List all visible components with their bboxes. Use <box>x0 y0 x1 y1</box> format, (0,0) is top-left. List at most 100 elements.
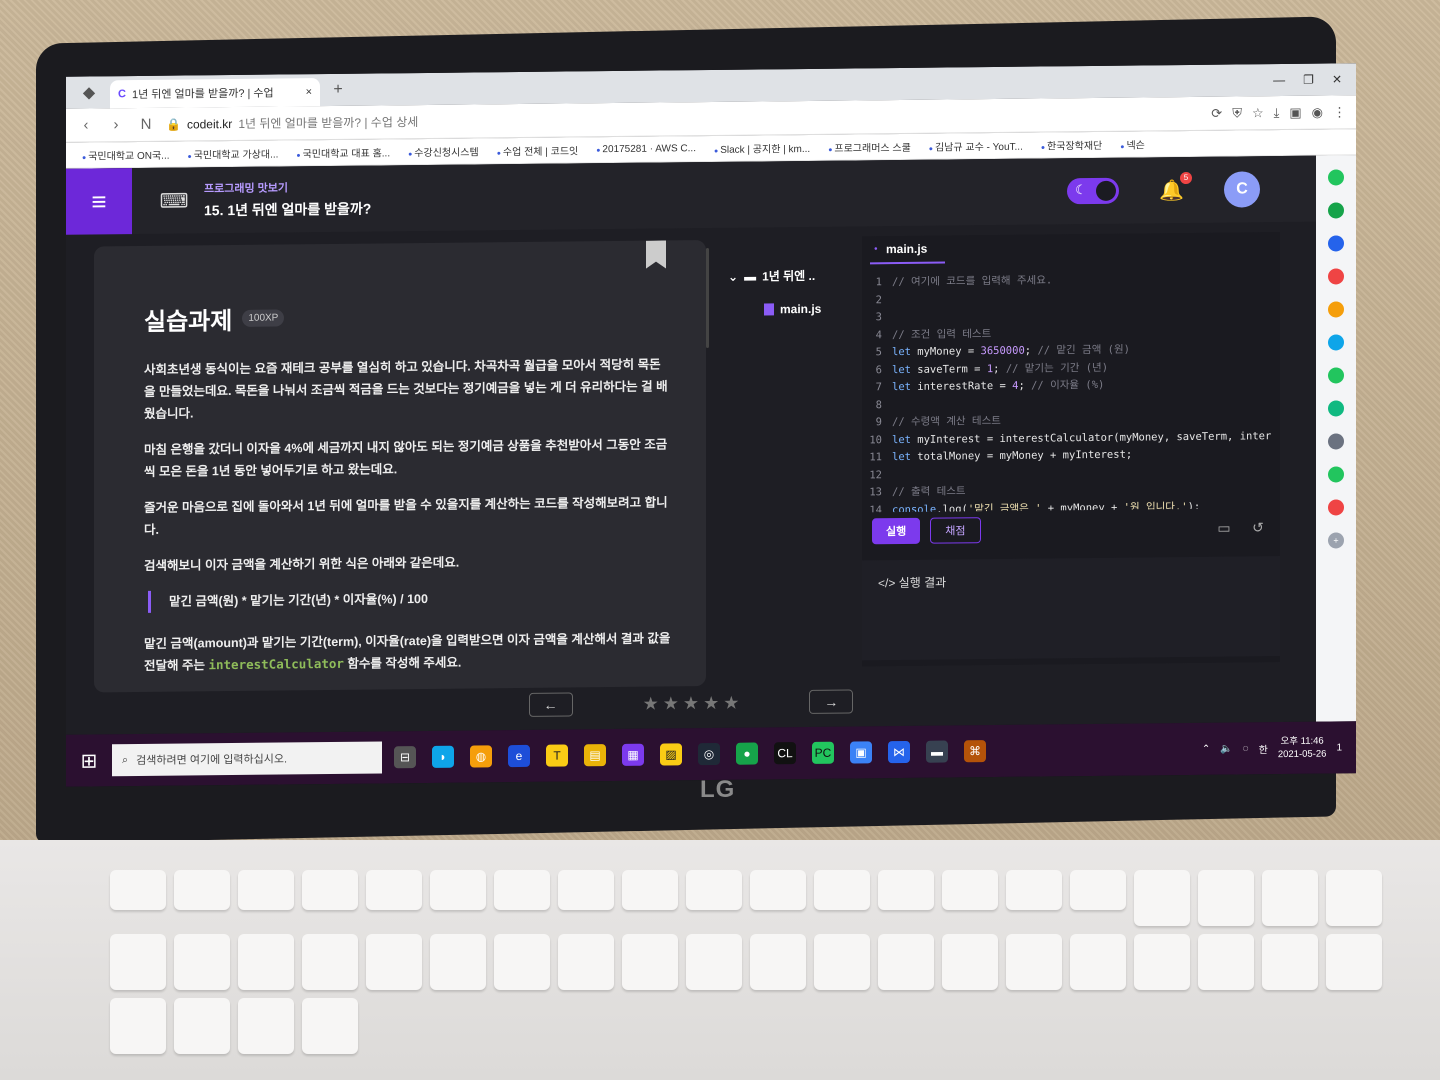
forward-arrow-icon[interactable]: › <box>106 116 126 133</box>
notification-center-icon[interactable]: 1 <box>1336 742 1342 753</box>
bookmark-item[interactable]: 20175281 · AWS C... <box>596 143 696 155</box>
download-icon[interactable]: ⤓ <box>1274 105 1280 121</box>
run-result-label: </> 실행 결과 <box>878 575 947 591</box>
file-tree: ⌄ ▬ 1년 뒤엔 .. main.js <box>728 266 858 316</box>
folder-item[interactable]: ⌄ ▬ 1년 뒤엔 .. <box>728 266 858 284</box>
github-icon[interactable] <box>1328 433 1344 450</box>
course-name[interactable]: 프로그래밍 맛보기 <box>204 179 371 197</box>
store-icon[interactable]: ▦ <box>622 743 644 766</box>
tab-close-icon[interactable]: × <box>306 86 312 98</box>
bookmark-item[interactable]: 국민대학교 ON국... <box>82 147 169 163</box>
pycharm-icon[interactable]: PC <box>812 741 834 764</box>
green-app-icon[interactable]: ● <box>736 742 758 765</box>
history-icon[interactable]: ↺ <box>1246 519 1270 536</box>
line-number: 8 <box>875 398 882 411</box>
camera-icon[interactable]: ▣ <box>1289 104 1301 120</box>
sticky-notes-icon[interactable]: ▨ <box>660 743 682 766</box>
codeit-app: ≡ ⌨ 프로그래밍 맛보기 15. 1년 뒤엔 얼마를 받을까? ☾ 🔔 5 C <box>66 155 1316 735</box>
bookmark-item[interactable]: 국민대학교 대표 홈... <box>296 144 391 160</box>
game-icon[interactable]: ⌘ <box>964 740 986 763</box>
editor-tab-main-js[interactable]: main.js <box>870 241 946 265</box>
bookmark-item[interactable]: 넥슨 <box>1120 136 1144 151</box>
ie-icon[interactable]: e <box>508 744 530 768</box>
browser-side-panel: + <box>1316 155 1356 722</box>
minimize-button[interactable]: — <box>1273 73 1285 87</box>
prev-lesson-button[interactable]: ← <box>528 692 573 717</box>
whale-icon[interactable] <box>1328 367 1344 384</box>
clion-icon[interactable]: CL <box>774 742 796 765</box>
app-icon[interactable] <box>1328 169 1344 186</box>
star-icon[interactable]: ☆ <box>1252 105 1264 121</box>
keyboard-key <box>1198 870 1254 926</box>
browser-tab-active[interactable]: C 1년 뒤엔 얼마를 받을까? | 수업 × <box>110 78 320 109</box>
vscode-icon[interactable]: ⋈ <box>888 740 910 764</box>
keyboard-key <box>174 870 230 910</box>
new-tab-button[interactable]: + <box>326 81 350 99</box>
hamburger-menu-icon[interactable]: ≡ <box>66 168 132 235</box>
rating-star-icon[interactable]: ★ <box>663 693 679 714</box>
avatar[interactable]: C <box>1224 171 1260 208</box>
bookmark-item[interactable]: 수강신청시스템 <box>408 143 478 159</box>
url-field[interactable]: 🔒 codeit.kr 1년 뒤엔 얼마를 받을까? | 수업 상세 <box>166 105 1201 133</box>
chat-icon[interactable] <box>1328 202 1344 219</box>
network-icon[interactable]: ◌ <box>1243 743 1249 754</box>
reload-icon[interactable]: ⟳ <box>1211 105 1222 121</box>
keyboard-key <box>1326 934 1382 990</box>
edge-icon[interactable] <box>1328 334 1344 351</box>
bookmark-item[interactable]: 김남규 교수 - YouT... <box>929 138 1023 154</box>
whale-browser-icon[interactable]: ◗ <box>432 745 454 768</box>
file-explorer-icon[interactable]: ▤ <box>584 744 606 767</box>
bookmark-item[interactable]: 한국장학재단 <box>1041 137 1102 153</box>
kakaotalk-icon[interactable]: T <box>546 744 568 767</box>
naver-icon[interactable]: N <box>136 116 156 133</box>
notification-badge: 5 <box>1180 171 1192 184</box>
volume-icon[interactable]: 🔈 <box>1220 743 1232 754</box>
dark-mode-toggle[interactable]: ☾ <box>1067 177 1120 205</box>
code-area[interactable]: 1 // 여기에 코드를 입력해 주세요. 2 3 4 // 조건 입력 테스트 5 let … <box>862 260 1280 512</box>
task-view-icon[interactable]: ⊟ <box>394 746 416 769</box>
restore-button[interactable]: ❐ <box>1303 73 1314 87</box>
ime-icon[interactable]: 한 <box>1259 741 1268 756</box>
next-lesson-button[interactable]: → <box>809 689 854 714</box>
profile-icon[interactable]: ◉ <box>1312 104 1323 120</box>
menu-dots-icon[interactable]: ⋮ <box>1333 104 1346 120</box>
star-app-icon[interactable] <box>1328 301 1344 318</box>
chrome-icon[interactable]: ◍ <box>470 745 492 768</box>
save-icon[interactable]: ▭ <box>1212 519 1236 536</box>
panel-scrollbar[interactable] <box>706 248 709 349</box>
task-paragraph-4: 검색해보니 이자 금액을 계산하기 위한 식은 아래와 같은데요. <box>144 555 460 573</box>
webtoon-icon[interactable] <box>1328 499 1344 516</box>
run-button[interactable]: 실행 <box>872 517 921 545</box>
bookmark-item[interactable]: 수업 전체 | 코드잇 <box>497 142 578 158</box>
file-item-main-js[interactable]: main.js <box>764 301 858 316</box>
steam-icon[interactable]: ◎ <box>698 742 720 766</box>
taskbar-search-input[interactable]: ⌕ 검색하려면 여기에 입력하십시오. <box>112 741 382 777</box>
bookmark-item[interactable]: 국민대학교 가상대... <box>188 146 279 162</box>
taskbar-clock[interactable]: 오후 11:46 2021-05-26 <box>1278 735 1327 762</box>
pocket-icon[interactable] <box>1328 268 1344 285</box>
header-actions: ☾ 🔔 5 C <box>1067 171 1316 210</box>
windows-start-icon[interactable]: ⊞ <box>66 734 112 786</box>
naver-app-icon[interactable] <box>1328 466 1344 483</box>
calendar-icon[interactable] <box>1328 235 1344 252</box>
clock-date: 2021-05-26 <box>1277 748 1327 761</box>
keyboard-key <box>814 870 870 910</box>
back-arrow-icon[interactable]: ‹ <box>76 116 96 134</box>
keyboard-key <box>1006 870 1062 910</box>
grade-button[interactable]: 채점 <box>930 517 981 544</box>
rating-star-icon[interactable]: ★ <box>703 692 719 713</box>
photos-icon[interactable]: ▣ <box>850 741 872 764</box>
bookmark-item[interactable]: Slack | 공지한 | km... <box>714 140 810 156</box>
tray-chevron-icon[interactable]: ⌃ <box>1202 743 1210 754</box>
bookmark-icon[interactable] <box>646 240 666 268</box>
rating-star-icon[interactable]: ★ <box>723 692 739 713</box>
bookmark-item[interactable]: 프로그래머스 스쿨 <box>828 139 910 155</box>
rating-star-icon[interactable]: ★ <box>683 693 699 714</box>
add-icon[interactable]: + <box>1328 532 1344 549</box>
notification-bell-icon[interactable]: 🔔 5 <box>1159 171 1192 203</box>
close-window-button[interactable]: ✕ <box>1332 72 1342 86</box>
terminal-icon[interactable]: ▬ <box>926 740 948 763</box>
play-icon[interactable] <box>1328 400 1344 417</box>
shield-icon[interactable]: ⛨ <box>1232 105 1242 121</box>
rating-star-icon[interactable]: ★ <box>643 693 659 714</box>
